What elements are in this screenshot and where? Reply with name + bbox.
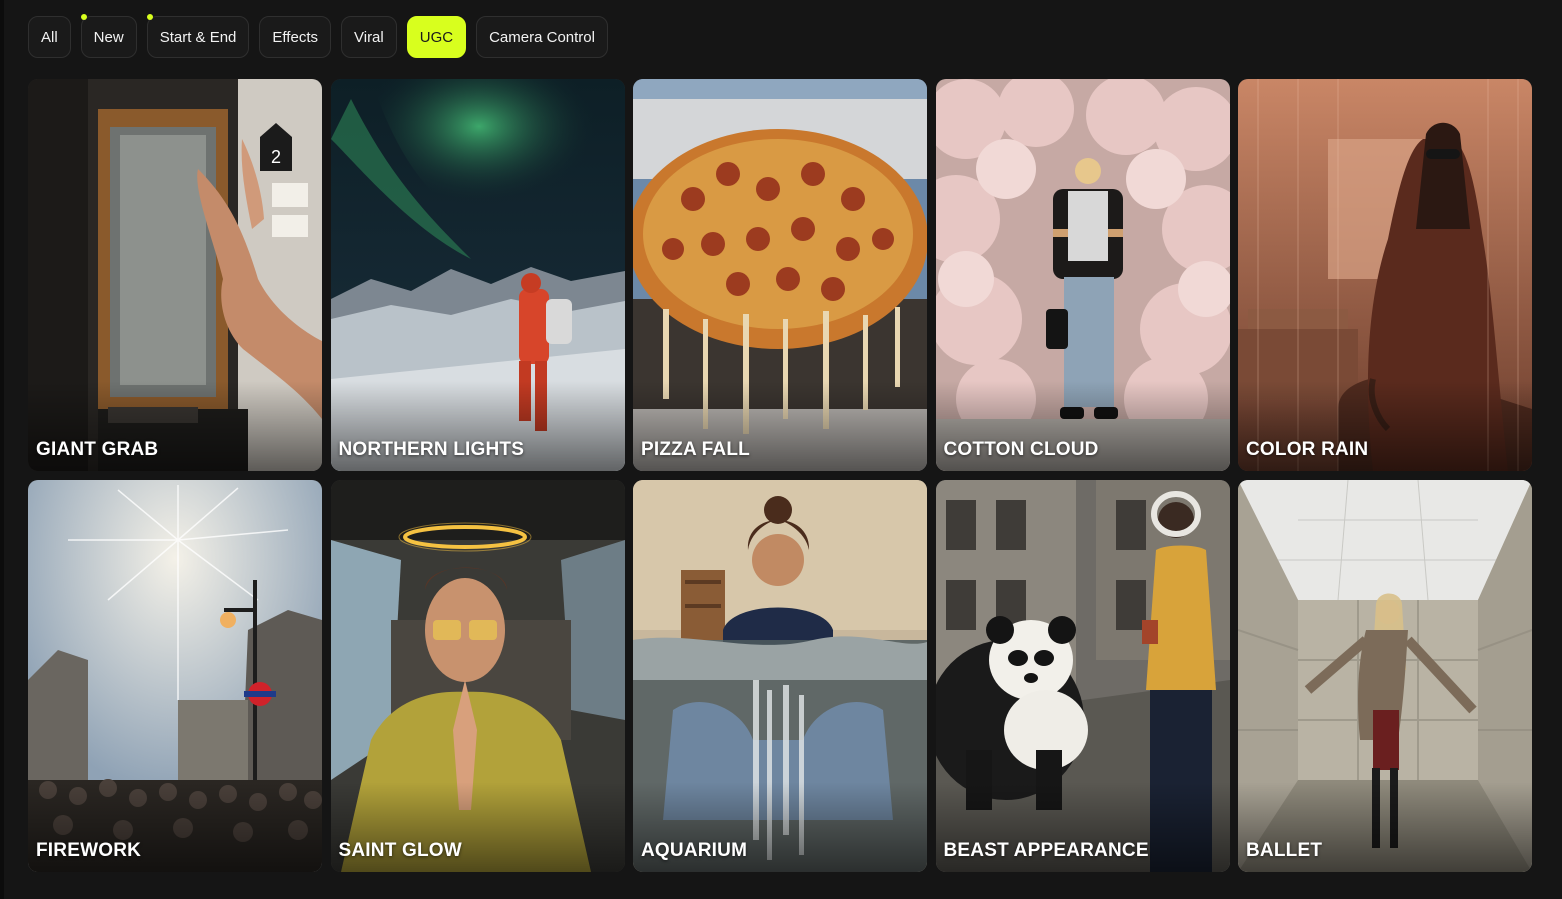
effect-card-title: BALLET xyxy=(1246,840,1323,861)
effect-card-firework[interactable]: FIREWORK xyxy=(28,480,322,872)
effect-card-grid: 2 GIANT GRAB NORTHERN LIGHTS PIZZA FALL … xyxy=(28,79,1532,872)
effect-card-title: AQUARIUM xyxy=(641,840,748,861)
svg-text:2: 2 xyxy=(271,147,281,167)
effect-card-beast-appearance[interactable]: BEAST APPEARANCE xyxy=(935,480,1230,872)
filter-chip-viral[interactable]: Viral xyxy=(341,16,397,58)
filter-chip-camera-control[interactable]: Camera Control xyxy=(476,16,608,58)
filter-chip-effects[interactable]: Effects xyxy=(259,16,331,58)
effect-card-title: SAINT GLOW xyxy=(338,840,462,861)
effect-card-cotton-cloud[interactable]: COTTON CLOUD xyxy=(935,79,1230,471)
new-indicator-dot xyxy=(80,14,87,20)
effect-card-title: PIZZA FALL xyxy=(641,439,750,460)
effect-card-title: GIANT GRAB xyxy=(36,439,159,460)
category-filter-bar: All New Start & End Effects Viral UGC Ca… xyxy=(28,14,608,58)
effect-card-title: FIREWORK xyxy=(36,840,142,861)
effect-card-title: COLOR RAIN xyxy=(1246,439,1369,460)
effect-card-color-rain[interactable]: COLOR RAIN xyxy=(1238,79,1532,471)
filter-chip-label: Effects xyxy=(272,28,318,46)
effect-card-title: NORTHERN LIGHTS xyxy=(338,439,525,460)
effect-card-northern-lights[interactable]: NORTHERN LIGHTS xyxy=(330,79,625,471)
filter-chip-label: UGC xyxy=(419,28,454,46)
filter-chip-start-end[interactable]: Start & End xyxy=(146,14,250,58)
effect-card-pizza-fall[interactable]: PIZZA FALL xyxy=(633,79,927,471)
new-indicator-dot xyxy=(146,14,153,20)
effect-card-aquarium[interactable]: AQUARIUM xyxy=(633,480,927,872)
filter-chip-label: Viral xyxy=(354,28,384,46)
effect-card-giant-grab[interactable]: 2 GIANT GRAB xyxy=(28,79,322,471)
effects-gallery-page: All New Start & End Effects Viral UGC Ca… xyxy=(0,0,1562,899)
effect-card-ballet[interactable]: BALLET xyxy=(1238,480,1532,872)
filter-chip-label: New xyxy=(93,28,124,46)
filter-chip-label: Camera Control xyxy=(489,28,595,46)
filter-chip-label: All xyxy=(41,28,58,46)
filter-chip-ugc[interactable]: UGC xyxy=(406,16,467,58)
filter-chip-label: Start & End xyxy=(159,28,237,46)
effect-card-title: COTTON CLOUD xyxy=(943,439,1099,460)
effect-card-saint-glow[interactable]: SAINT GLOW xyxy=(330,480,625,872)
filter-chip-new[interactable]: New xyxy=(80,14,137,58)
filter-chip-all[interactable]: All xyxy=(28,16,71,58)
effect-card-title: BEAST APPEARANCE xyxy=(943,840,1149,861)
